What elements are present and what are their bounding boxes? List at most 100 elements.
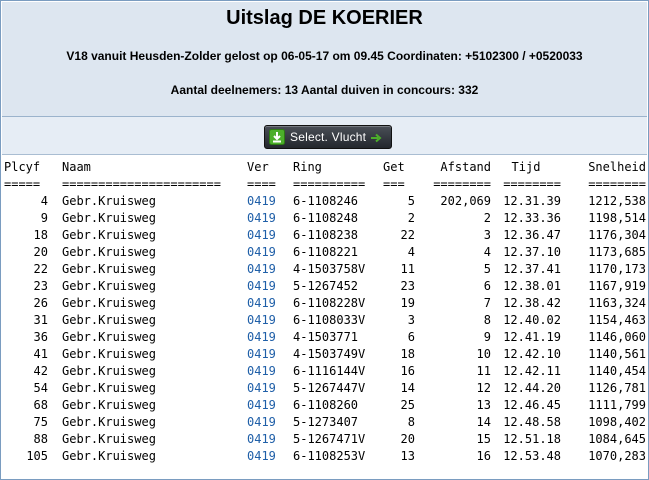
- cell-ring: 6-1108221: [293, 245, 359, 259]
- cell-snelheid: 1111,799: [588, 398, 646, 412]
- cell-ver: 0419: [247, 397, 293, 414]
- separator-get: ===: [383, 177, 405, 191]
- cell-tijd: 12.51.18: [503, 432, 561, 446]
- cell-plcyf: 68: [33, 398, 48, 412]
- separator-snelheid: ========: [588, 177, 646, 191]
- cell-naam: Gebr.Kruisweg: [62, 415, 156, 429]
- cell-get: 2: [407, 211, 415, 225]
- cell-ring: 6-1116144V: [293, 364, 366, 378]
- ver-link[interactable]: 0419: [247, 347, 276, 361]
- header-afstand: Afstand: [440, 160, 491, 174]
- separator-ring: ==========: [293, 177, 366, 191]
- ver-link[interactable]: 0419: [247, 415, 276, 429]
- ver-link[interactable]: 0419: [247, 194, 276, 208]
- cell-ver: 0419: [247, 363, 293, 380]
- table-separator-row: ===== ====================== ==== ======…: [4, 176, 646, 193]
- race-info: V18 vanuit Heusden-Zolder gelost op 06-0…: [66, 49, 583, 63]
- table-row: 42 Gebr.Kruisweg 0419 6-1116144V 16 11 12.42.1…: [4, 363, 646, 380]
- table-row: 105 Gebr.Kruisweg 0419 6-1108253V 13 16 12.53.…: [4, 448, 646, 465]
- cell-ver: 0419: [247, 193, 293, 210]
- ver-link[interactable]: 0419: [247, 381, 276, 395]
- ver-link[interactable]: 0419: [247, 330, 276, 344]
- cell-plcyf: 41: [33, 347, 48, 361]
- header-panel: Uitslag DE KOERIER V18 vanuit Heusden-Zo…: [2, 2, 647, 117]
- cell-ver: 0419: [247, 329, 293, 346]
- cell-ring: 4-1503749V: [293, 347, 366, 361]
- cell-plcyf: 20: [33, 245, 48, 259]
- cell-ring: 6-1108246: [293, 194, 359, 208]
- cell-snelheid: 1140,561: [588, 347, 646, 361]
- cell-naam: Gebr.Kruisweg: [62, 279, 156, 293]
- cell-naam: Gebr.Kruisweg: [62, 228, 156, 242]
- cell-ring: 5-1267452: [293, 279, 359, 293]
- cell-plcyf: 31: [33, 313, 48, 327]
- cell-ver: 0419: [247, 261, 293, 278]
- cell-get: 16: [400, 364, 415, 378]
- cell-ring: 5-1267471V: [293, 432, 366, 446]
- cell-tijd: 12.53.48: [503, 449, 561, 463]
- cell-tijd: 12.44.20: [503, 381, 561, 395]
- cell-afstand: 9: [483, 330, 491, 344]
- cell-ring: 6-1108033V: [293, 313, 366, 327]
- page-title: Uitslag DE KOERIER: [226, 7, 423, 29]
- separator-ver: ====: [247, 177, 276, 191]
- table-row: 20 Gebr.Kruisweg 0419 6-1108221 4 4 12.37.10 11…: [4, 244, 646, 261]
- cell-tijd: 12.38.01: [503, 279, 561, 293]
- cell-tijd: 12.37.41: [503, 262, 561, 276]
- ver-link[interactable]: 0419: [247, 449, 276, 463]
- arrow-right-icon: [370, 132, 382, 143]
- cell-ver: 0419: [247, 448, 293, 465]
- separator-tijd: ========: [503, 177, 561, 191]
- cell-tijd: 12.31.39: [503, 194, 561, 208]
- cell-ver: 0419: [247, 244, 293, 261]
- cell-tijd: 12.46.45: [503, 398, 561, 412]
- cell-ring: 4-1503758V: [293, 262, 366, 276]
- ver-link[interactable]: 0419: [247, 364, 276, 378]
- cell-ring: 5-1267447V: [293, 381, 366, 395]
- separator-plcyf: =====: [4, 177, 41, 191]
- cell-get: 22: [400, 228, 415, 242]
- cell-get: 6: [407, 330, 415, 344]
- header-tijd: Tijd: [511, 160, 541, 174]
- cell-naam: Gebr.Kruisweg: [62, 364, 156, 378]
- header-plcyf: Plcyf: [4, 160, 41, 174]
- cell-ring: 6-1108228V: [293, 296, 366, 310]
- cell-get: 25: [400, 398, 415, 412]
- cell-tijd: 12.48.58: [503, 415, 561, 429]
- cell-tijd: 12.36.47: [503, 228, 561, 242]
- cell-plcyf: 88: [33, 432, 48, 446]
- cell-plcyf: 18: [33, 228, 48, 242]
- ver-link[interactable]: 0419: [247, 432, 276, 446]
- cell-tijd: 12.38.42: [503, 296, 561, 310]
- cell-ver: 0419: [247, 380, 293, 397]
- cell-tijd: 12.40.02: [503, 313, 561, 327]
- ver-link[interactable]: 0419: [247, 211, 276, 225]
- cell-afstand: 11: [476, 364, 491, 378]
- cell-ring: 6-1108238: [293, 228, 359, 242]
- cell-ver: 0419: [247, 295, 293, 312]
- separator-afstand: ========: [433, 177, 491, 191]
- table-row: 9 Gebr.Kruisweg 0419 6-1108248 2 2 12.33.36 119…: [4, 210, 646, 227]
- cell-get: 13: [400, 449, 415, 463]
- cell-plcyf: 4: [40, 194, 48, 208]
- cell-naam: Gebr.Kruisweg: [62, 211, 156, 225]
- table-row: 36 Gebr.Kruisweg 0419 4-1503771 6 9 12.41.19 11…: [4, 329, 646, 346]
- cell-naam: Gebr.Kruisweg: [62, 194, 156, 208]
- ver-link[interactable]: 0419: [247, 296, 276, 310]
- cell-snelheid: 1070,283: [588, 449, 646, 463]
- ver-link[interactable]: 0419: [247, 313, 276, 327]
- ver-link[interactable]: 0419: [247, 398, 276, 412]
- table-row: 88 Gebr.Kruisweg 0419 5-1267471V 20 15 12.51.1…: [4, 431, 646, 448]
- ver-link[interactable]: 0419: [247, 245, 276, 259]
- ver-link[interactable]: 0419: [247, 279, 276, 293]
- ver-link[interactable]: 0419: [247, 262, 276, 276]
- cell-naam: Gebr.Kruisweg: [62, 449, 156, 463]
- ver-link[interactable]: 0419: [247, 228, 276, 242]
- cell-get: 11: [400, 262, 415, 276]
- select-flight-button[interactable]: Select. Vlucht: [264, 125, 392, 149]
- cell-plcyf: 22: [33, 262, 48, 276]
- cell-afstand: 202,069: [440, 194, 491, 208]
- participant-counts: Aantal deelnemers: 13 Aantal duiven in c…: [170, 83, 479, 97]
- cell-get: 4: [407, 245, 415, 259]
- cell-snelheid: 1126,781: [588, 381, 646, 395]
